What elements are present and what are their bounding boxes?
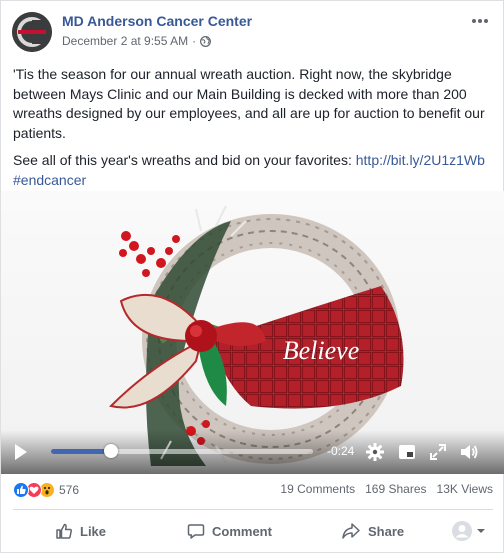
video-progress-fill bbox=[51, 449, 112, 454]
video-controls: -0:24 bbox=[1, 430, 504, 474]
video-progress-track[interactable] bbox=[51, 444, 313, 458]
stats-divider bbox=[13, 509, 493, 510]
video-player[interactable]: Believe -0:24 bbox=[1, 191, 504, 474]
video-scrubber-handle[interactable] bbox=[104, 444, 119, 458]
globe-icon[interactable] bbox=[200, 35, 212, 47]
post-paragraph-1: 'Tis the season for our annual wreath au… bbox=[13, 66, 485, 141]
post-date[interactable]: December 2 at 9:55 AM bbox=[62, 34, 188, 48]
fullscreen-icon[interactable] bbox=[428, 442, 448, 462]
time-remaining: -0:24 bbox=[327, 444, 355, 458]
engagement-counts: 19 Comments 169 Shares 13K Views bbox=[280, 482, 493, 496]
like-button[interactable]: Like bbox=[55, 515, 106, 547]
more-horizontal-icon bbox=[472, 19, 488, 23]
hashtag-endcancer-link[interactable]: #endcancer bbox=[13, 172, 86, 188]
reactions-summary[interactable]: 576 bbox=[13, 482, 79, 498]
comment-button-label: Comment bbox=[212, 523, 272, 539]
profile-selector-button[interactable] bbox=[451, 515, 486, 547]
md-anderson-logo-icon bbox=[12, 12, 52, 52]
comment-button[interactable]: Comment bbox=[187, 515, 272, 547]
views-count[interactable]: 13K Views bbox=[437, 482, 493, 496]
share-button[interactable]: Share bbox=[341, 515, 404, 547]
page-avatar[interactable] bbox=[12, 12, 52, 52]
chevron-down-icon bbox=[477, 529, 485, 533]
settings-gear-icon[interactable] bbox=[365, 442, 385, 462]
share-button-label: Share bbox=[368, 523, 405, 539]
thumbs-up-icon bbox=[56, 523, 72, 539]
like-icon bbox=[13, 482, 29, 498]
post-stats: 576 19 Comments 169 Shares 13K Views bbox=[13, 482, 493, 502]
reaction-count[interactable]: 576 bbox=[59, 483, 79, 497]
picture-in-picture-icon[interactable] bbox=[397, 442, 417, 462]
post-timestamp: December 2 at 9:55 AM · bbox=[62, 34, 212, 48]
share-arrow-icon bbox=[342, 523, 360, 539]
comment-bubble-icon bbox=[187, 524, 205, 539]
profile-avatar-icon bbox=[452, 521, 472, 541]
like-button-label: Like bbox=[80, 523, 107, 539]
ribbon-text: Believe bbox=[283, 336, 360, 365]
paragraph-2-text: See all of this year's wreaths and bid o… bbox=[13, 152, 356, 168]
play-icon[interactable] bbox=[15, 444, 27, 460]
post-text: 'Tis the season for our annual wreath au… bbox=[13, 65, 493, 198]
more-options-button[interactable] bbox=[471, 11, 489, 29]
action-bar: Like Comment Share bbox=[13, 513, 493, 549]
page-name-link[interactable]: MD Anderson Cancer Center bbox=[62, 13, 252, 29]
timestamp-separator: · bbox=[192, 34, 197, 48]
comments-count[interactable]: 19 Comments bbox=[280, 482, 355, 496]
post-paragraph-2: See all of this year's wreaths and bid o… bbox=[13, 151, 493, 190]
post-card: MD Anderson Cancer Center December 2 at … bbox=[0, 0, 504, 553]
volume-icon[interactable] bbox=[459, 442, 479, 462]
bitly-link[interactable]: http://bit.ly/2U1z1Wb bbox=[356, 152, 485, 168]
shares-count[interactable]: 169 Shares bbox=[365, 482, 426, 496]
